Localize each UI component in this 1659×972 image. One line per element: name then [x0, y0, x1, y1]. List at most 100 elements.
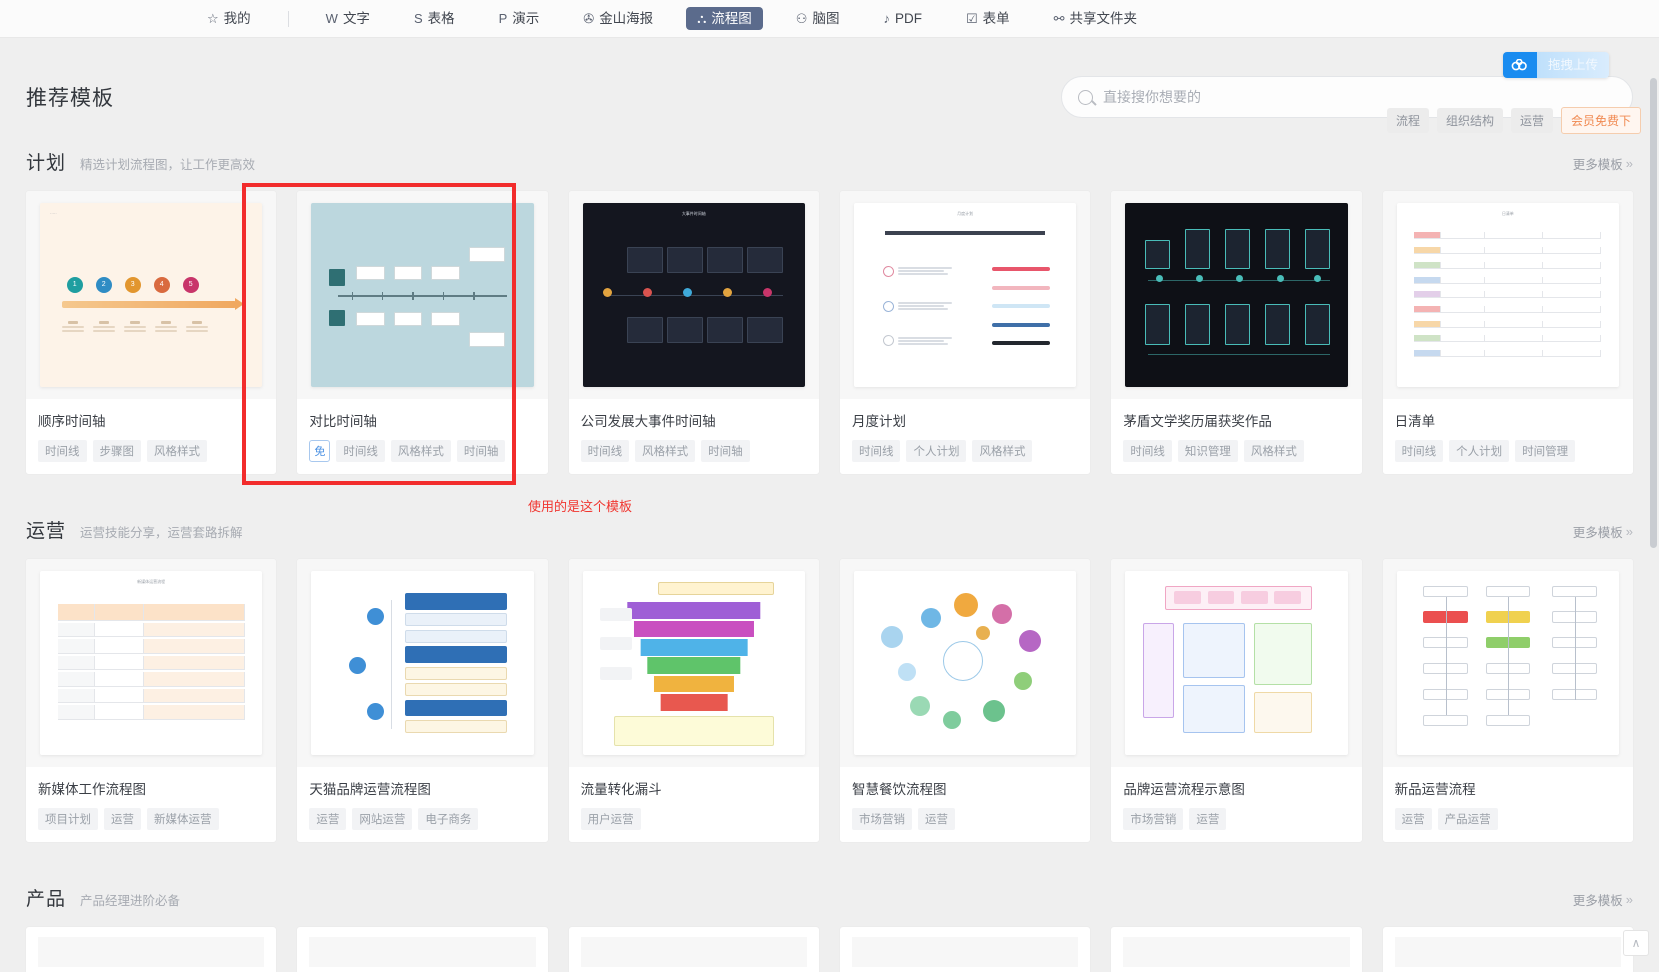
template-card[interactable]: 新媒体运营流程 新媒体工作流程图 项目计划 运营 新媒体运营 [26, 559, 277, 842]
template-card[interactable] [297, 927, 548, 972]
template-tag[interactable]: 风格样式 [972, 440, 1033, 462]
template-card-body: 新品运营流程 运营 产品运营 [1382, 767, 1633, 842]
template-tag[interactable]: 时间轴 [456, 440, 506, 462]
template-tag[interactable]: 时间线 [851, 440, 901, 462]
quick-tag-org-structure[interactable]: 组织结构 [1436, 108, 1503, 133]
thumbnail-art-white-sheet: 日清单 [1396, 203, 1619, 387]
template-card[interactable]: 月度计划 月度计划 时间线 个人计划 风格样式 [839, 191, 1091, 474]
template-tag[interactable]: 运营 [1394, 808, 1432, 830]
template-tag[interactable]: 个人计划 [1449, 440, 1510, 462]
template-card-body: 品牌运营流程示意图 市场营销 运营 [1111, 767, 1362, 842]
back-to-top-button[interactable]: ∧ [1623, 930, 1649, 956]
template-card[interactable] [1382, 927, 1633, 972]
template-title: 流量转化漏斗 [580, 782, 662, 797]
thumbnail-art-bubbles [853, 571, 1077, 755]
template-card[interactable]: 流量转化漏斗 用户运营 [568, 559, 819, 842]
nav-item-shared-folder[interactable]: ⚯ 共享文件夹 [1043, 7, 1148, 31]
template-tags: 时间线 个人计划 时间管理 [1394, 440, 1621, 462]
star-icon: ☆ [207, 11, 219, 26]
template-card[interactable]: ····· 1 2 3 4 5 顺序时间轴 时间线 步骤图 风格样式 [26, 191, 277, 474]
template-card[interactable]: 茅盾文学奖历届获奖作品 时间线 知识管理 风格样式 [1111, 191, 1362, 474]
thumbnail-art-pink-flow [1125, 571, 1348, 755]
template-card-body: 月度计划 时间线 个人计划 风格样式 [839, 399, 1091, 474]
nav-item-writer[interactable]: W 文字 [315, 7, 381, 31]
template-tag[interactable]: 时间线 [336, 440, 385, 462]
section-more-link[interactable]: 更多模板 » [1573, 890, 1633, 909]
template-card[interactable]: 日清单 日清单 时间线 个人计划 时间管理 [1382, 191, 1633, 474]
template-tag[interactable]: 风格样式 [635, 440, 696, 462]
template-grid-product [26, 927, 1633, 972]
thumb-caption: 月度计划 [957, 211, 974, 216]
template-card[interactable] [1111, 927, 1362, 972]
template-tag[interactable]: 网站运营 [352, 808, 413, 830]
template-tags: 时间线 个人计划 风格样式 [851, 440, 1078, 462]
template-card-body: 流量转化漏斗 用户运营 [568, 767, 819, 842]
template-tags: 免 时间线 风格样式 时间轴 [309, 440, 535, 462]
template-card[interactable] [26, 927, 277, 972]
template-tags: 市场营销 运营 [851, 808, 1078, 830]
template-tag[interactable]: 时间线 [1123, 440, 1172, 462]
template-tag[interactable]: 时间管理 [1515, 440, 1576, 462]
template-tag[interactable]: 项目计划 [38, 808, 98, 830]
section-title: 计划 [26, 153, 67, 174]
template-card[interactable]: 品牌运营流程示意图 市场营销 运营 [1111, 559, 1362, 842]
nav-item-presentation[interactable]: P 演示 [488, 7, 551, 31]
template-card[interactable] [839, 927, 1091, 972]
template-card[interactable] [568, 927, 819, 972]
template-tag[interactable]: 风格样式 [1243, 440, 1304, 462]
template-tag[interactable]: 运营 [917, 808, 955, 830]
flowchart-icon: ⛬ [697, 11, 707, 26]
template-tag[interactable]: 市场营销 [1123, 808, 1184, 830]
template-tag[interactable]: 运营 [309, 808, 347, 830]
nav-item-flowchart[interactable]: ⛬ 流程图 [686, 6, 763, 31]
template-thumbnail [1382, 559, 1633, 767]
section-more-link[interactable]: 更多模板 » [1573, 154, 1633, 173]
chevron-double-right-icon: » [1625, 892, 1633, 907]
template-tag[interactable]: 产品运营 [1437, 808, 1498, 830]
drag-upload-badge[interactable]: 拖拽上传 [1502, 52, 1609, 78]
template-tag[interactable]: 知识管理 [1177, 440, 1238, 462]
template-tag[interactable]: 风格样式 [147, 440, 207, 462]
section-more-link[interactable]: 更多模板 » [1573, 522, 1633, 541]
quick-tag-vip-free[interactable]: 会员免费下 [1560, 107, 1641, 134]
section-product: 产品 产品经理进阶必备 更多模板 » [26, 880, 1633, 972]
nav-item-form[interactable]: ☑ 表单 [955, 7, 1021, 31]
template-card[interactable]: 智慧餐饮流程图 市场营销 运营 [839, 559, 1091, 842]
nav-item-my[interactable]: ☆ 我的 [196, 7, 262, 31]
template-tag[interactable]: 运营 [104, 808, 141, 830]
template-tag[interactable]: 时间线 [1394, 440, 1444, 462]
quick-tag-process[interactable]: 流程 [1386, 108, 1429, 133]
nav-item-poster[interactable]: ✇ 金山海报 [572, 7, 664, 31]
template-tag[interactable]: 用户运营 [580, 808, 641, 830]
template-title: 顺序时间轴 [38, 414, 106, 429]
template-tag[interactable]: 电子商务 [418, 808, 479, 830]
template-tag[interactable]: 风格样式 [390, 440, 451, 462]
search-input[interactable] [1103, 89, 1616, 105]
thumbnail-art-beige-timeline: ····· 1 2 3 4 5 [40, 203, 263, 387]
nav-item-mindmap[interactable]: ⚇ 脑图 [785, 7, 851, 31]
template-tags: 运营 产品运营 [1394, 808, 1621, 830]
template-tag[interactable]: 新媒体运营 [147, 808, 219, 830]
section-subtitle: 运营技能分享，运营套路拆解 [80, 526, 243, 540]
template-tag[interactable]: 时间线 [580, 440, 630, 462]
template-card-body: 智慧餐饮流程图 市场营销 运营 [839, 767, 1091, 842]
template-title: 新媒体工作流程图 [38, 782, 146, 797]
vertical-scrollbar[interactable] [1650, 78, 1657, 548]
template-tag[interactable]: 步骤图 [92, 440, 141, 462]
template-tag[interactable]: 时间轴 [701, 440, 750, 462]
template-tag[interactable]: 时间线 [38, 440, 87, 462]
template-card[interactable]: 天猫品牌运营流程图 运营 网站运营 电子商务 [297, 559, 548, 842]
template-tag[interactable]: 市场营销 [851, 808, 912, 830]
template-card[interactable]: 大事件时间轴 公司发展大事件时间轴 时间线 风格样式 时间轴 [568, 191, 819, 474]
nav-item-spreadsheet[interactable]: S 表格 [403, 7, 466, 31]
template-tag[interactable]: 个人计划 [906, 440, 967, 462]
template-card-selected[interactable]: 对比时间轴 免 时间线 风格样式 时间轴 [297, 191, 548, 474]
template-thumbnail [297, 559, 548, 767]
annotation-text: 使用的是这个模板 [528, 499, 633, 514]
mindmap-icon: ⚇ [795, 11, 808, 26]
nav-item-pdf[interactable]: ♪ PDF [872, 7, 933, 31]
template-tag[interactable]: 运营 [1189, 808, 1227, 830]
quick-tag-operations[interactable]: 运营 [1510, 108, 1553, 133]
nav-item-label: 流程图 [711, 10, 752, 26]
template-card[interactable]: 新品运营流程 运营 产品运营 [1382, 559, 1633, 842]
